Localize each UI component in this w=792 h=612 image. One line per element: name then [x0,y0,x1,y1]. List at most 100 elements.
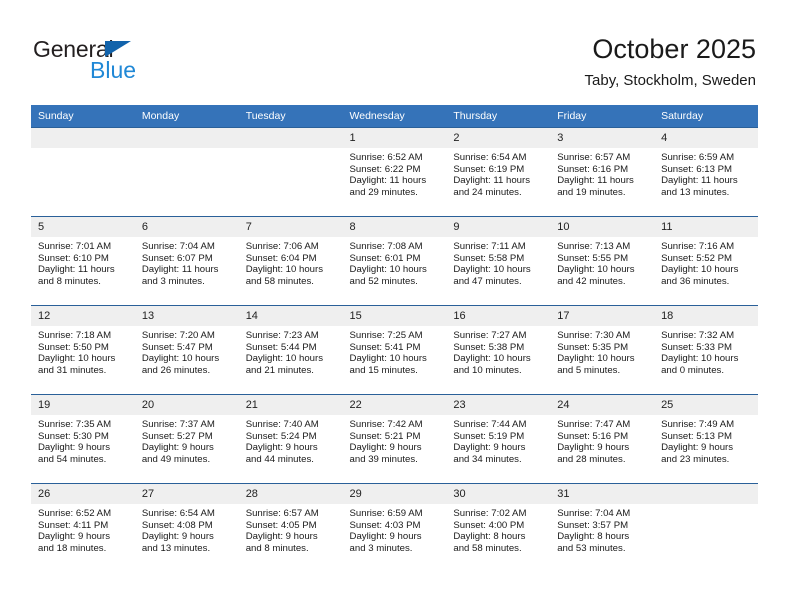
day-number: 14 [238,306,343,326]
calendar-day-cell[interactable]: 14 Sunrise: 7:23 AM Sunset: 5:44 PM Dayligh… [238,305,343,395]
calendar-day-cell[interactable]: 17 Sunrise: 7:30 AM Sunset: 5:35 PM Dayligh… [550,305,655,395]
calendar-empty-cell [31,127,135,217]
calendar-day-cell[interactable]: 2 Sunrise: 6:54 AM Sunset: 6:19 PM Daylight… [446,127,551,217]
day-details: Sunrise: 6:59 AM Sunset: 6:13 PM Daylight:… [654,148,758,198]
day-details: Sunrise: 7:30 AM Sunset: 5:35 PM Daylight:… [550,326,654,376]
daylight-text-cont: and 15 minutes. [349,364,418,376]
day-number: 6 [134,217,239,237]
sunset-text: Sunset: 5:16 PM [557,430,629,442]
calendar-day-cell[interactable]: 22 Sunrise: 7:42 AM Sunset: 5:21 PM Dayligh… [342,394,447,484]
day-number: 18 [654,306,758,326]
daylight-text: Daylight: 9 hours [38,531,110,543]
calendar-day-cell[interactable]: 12 Sunrise: 7:18 AM Sunset: 5:50 PM Dayligh… [31,305,135,395]
daylight-text-cont: and 31 minutes. [38,364,107,376]
daylight-text-cont: and 24 minutes. [453,186,522,198]
day-details: Sunrise: 7:18 AM Sunset: 5:50 PM Daylight:… [31,326,135,376]
calendar-day-cell[interactable]: 3 Sunrise: 6:57 AM Sunset: 6:16 PM Daylight… [550,127,655,217]
sunset-text: Sunset: 5:52 PM [661,252,732,264]
sunrise-text: Sunrise: 6:59 AM [661,152,735,163]
day-details: Sunrise: 7:25 AM Sunset: 5:41 PM Daylight:… [343,326,447,376]
daylight-text: Daylight: 10 hours [557,353,635,365]
calendar-day-cell[interactable]: 21 Sunrise: 7:40 AM Sunset: 5:24 PM Dayligh… [238,394,343,484]
calendar-day-cell[interactable]: 27 Sunrise: 6:54 AM Sunset: 4:08 PM Dayligh… [134,483,239,573]
day-number [31,128,135,148]
day-number: 4 [654,128,758,148]
title-block: October 2025 Taby, Stockholm, Sweden [585,33,756,91]
calendar-day-cell[interactable]: 7 Sunrise: 7:06 AM Sunset: 6:04 PM Daylight… [238,216,343,306]
sunrise-text: Sunrise: 7:32 AM [661,330,735,341]
calendar-day-cell[interactable]: 11 Sunrise: 7:16 AM Sunset: 5:52 PM Dayligh… [654,216,758,306]
day-details: Sunrise: 6:54 AM Sunset: 6:19 PM Daylight:… [446,148,550,198]
day-details: Sunrise: 7:08 AM Sunset: 6:01 PM Daylight:… [343,237,447,287]
sunrise-text: Sunrise: 6:54 AM [141,508,215,519]
calendar-day-cell[interactable]: 10 Sunrise: 7:13 AM Sunset: 5:55 PM Dayligh… [550,216,655,306]
calendar-day-cell[interactable]: 13 Sunrise: 7:20 AM Sunset: 5:47 PM Dayligh… [134,305,239,395]
daylight-text-cont: and 0 minutes. [661,364,724,376]
sunset-text: Sunset: 4:00 PM [453,519,525,531]
daylight-text: Daylight: 9 hours [245,442,318,454]
weekday-header-wednesday: Wednesday [342,105,447,128]
sunset-text: Sunset: 5:47 PM [141,341,213,353]
sunset-text: Sunset: 5:35 PM [557,341,629,353]
calendar-day-cell[interactable]: 6 Sunrise: 7:04 AM Sunset: 6:07 PM Daylight… [134,216,239,306]
calendar-day-cell[interactable]: 23 Sunrise: 7:44 AM Sunset: 5:19 PM Dayligh… [446,394,551,484]
weekday-header-saturday: Saturday [654,105,758,128]
day-number: 28 [238,484,343,504]
calendar-day-cell[interactable]: 20 Sunrise: 7:37 AM Sunset: 5:27 PM Dayligh… [134,394,239,484]
daylight-text-cont: and 26 minutes. [141,364,211,376]
day-number: 26 [31,484,135,504]
day-number: 16 [446,306,551,326]
calendar-day-cell[interactable]: 4 Sunrise: 6:59 AM Sunset: 6:13 PM Daylight… [654,127,758,217]
calendar-day-cell[interactable]: 25 Sunrise: 7:49 AM Sunset: 5:13 PM Dayligh… [654,394,758,484]
daylight-text-cont: and 10 minutes. [453,364,522,376]
calendar-day-cell[interactable]: 28 Sunrise: 6:57 AM Sunset: 4:05 PM Dayligh… [238,483,343,573]
sunrise-text: Sunrise: 7:02 AM [453,508,527,519]
daylight-text-cont: and 18 minutes. [38,542,107,554]
sunrise-text: Sunrise: 6:57 AM [245,508,319,519]
calendar-day-cell[interactable]: 29 Sunrise: 6:59 AM Sunset: 4:03 PM Dayligh… [342,483,447,573]
daylight-text-cont: and 19 minutes. [557,186,626,198]
daylight-text-cont: and 44 minutes. [245,453,314,465]
calendar-day-cell[interactable]: 31 Sunrise: 7:04 AM Sunset: 3:57 PM Dayligh… [550,483,655,573]
calendar-day-cell[interactable]: 9 Sunrise: 7:11 AM Sunset: 5:58 PM Daylight… [446,216,551,306]
daylight-text: Daylight: 11 hours [453,175,530,187]
calendar-day-cell[interactable]: 1 Sunrise: 6:52 AM Sunset: 6:22 PM Daylight… [342,127,447,217]
calendar-week-row: 26 Sunrise: 6:52 AM Sunset: 4:11 PM Dayligh… [31,483,758,573]
sunset-text: Sunset: 5:44 PM [245,341,317,353]
day-details: Sunrise: 7:35 AM Sunset: 5:30 PM Daylight:… [31,415,135,465]
sunset-text: Sunset: 5:13 PM [661,430,732,442]
day-details: Sunrise: 7:37 AM Sunset: 5:27 PM Daylight:… [135,415,239,465]
sunset-text: Sunset: 6:01 PM [349,252,421,264]
calendar-day-cell[interactable]: 18 Sunrise: 7:32 AM Sunset: 5:33 PM Dayligh… [654,305,758,395]
daylight-text-cont: and 34 minutes. [453,453,522,465]
day-details: Sunrise: 6:54 AM Sunset: 4:08 PM Daylight:… [135,504,239,554]
calendar-day-cell[interactable]: 16 Sunrise: 7:27 AM Sunset: 5:38 PM Dayligh… [446,305,551,395]
daylight-text-cont: and 42 minutes. [557,275,626,287]
sunrise-text: Sunrise: 6:57 AM [557,152,631,163]
day-number: 5 [31,217,135,237]
calendar-day-cell[interactable]: 24 Sunrise: 7:47 AM Sunset: 5:16 PM Dayligh… [550,394,655,484]
day-number: 13 [134,306,239,326]
calendar-day-cell[interactable]: 5 Sunrise: 7:01 AM Sunset: 6:10 PM Daylight… [31,216,135,306]
weekday-header-friday: Friday [550,105,655,128]
calendar-day-cell[interactable]: 8 Sunrise: 7:08 AM Sunset: 6:01 PM Daylight… [342,216,447,306]
calendar-week-row: 5 Sunrise: 7:01 AM Sunset: 6:10 PM Daylight… [31,216,758,306]
calendar-day-cell[interactable]: 19 Sunrise: 7:35 AM Sunset: 5:30 PM Dayligh… [31,394,135,484]
daylight-text-cont: and 5 minutes. [557,364,621,376]
daylight-text: Daylight: 9 hours [349,531,422,543]
calendar-day-cell[interactable]: 30 Sunrise: 7:02 AM Sunset: 4:00 PM Dayligh… [446,483,551,573]
daylight-text: Daylight: 11 hours [141,264,219,276]
daylight-text-cont: and 58 minutes. [245,275,314,287]
sunset-text: Sunset: 5:24 PM [245,430,317,442]
calendar-day-cell[interactable]: 15 Sunrise: 7:25 AM Sunset: 5:41 PM Dayligh… [342,305,447,395]
day-number [654,484,758,504]
sunrise-text: Sunrise: 7:35 AM [38,419,112,430]
sunrise-text: Sunrise: 7:11 AM [453,241,526,252]
calendar-page: General Blue October 2025 Taby, Stockhol… [0,0,792,612]
calendar-day-cell[interactable]: 26 Sunrise: 6:52 AM Sunset: 4:11 PM Dayligh… [31,483,135,573]
sunset-text: Sunset: 6:13 PM [661,163,732,175]
day-details: Sunrise: 7:01 AM Sunset: 6:10 PM Daylight:… [31,237,135,287]
daylight-text-cont: and 3 minutes. [349,542,413,554]
daylight-text-cont: and 49 minutes. [141,453,211,465]
day-number: 30 [446,484,551,504]
